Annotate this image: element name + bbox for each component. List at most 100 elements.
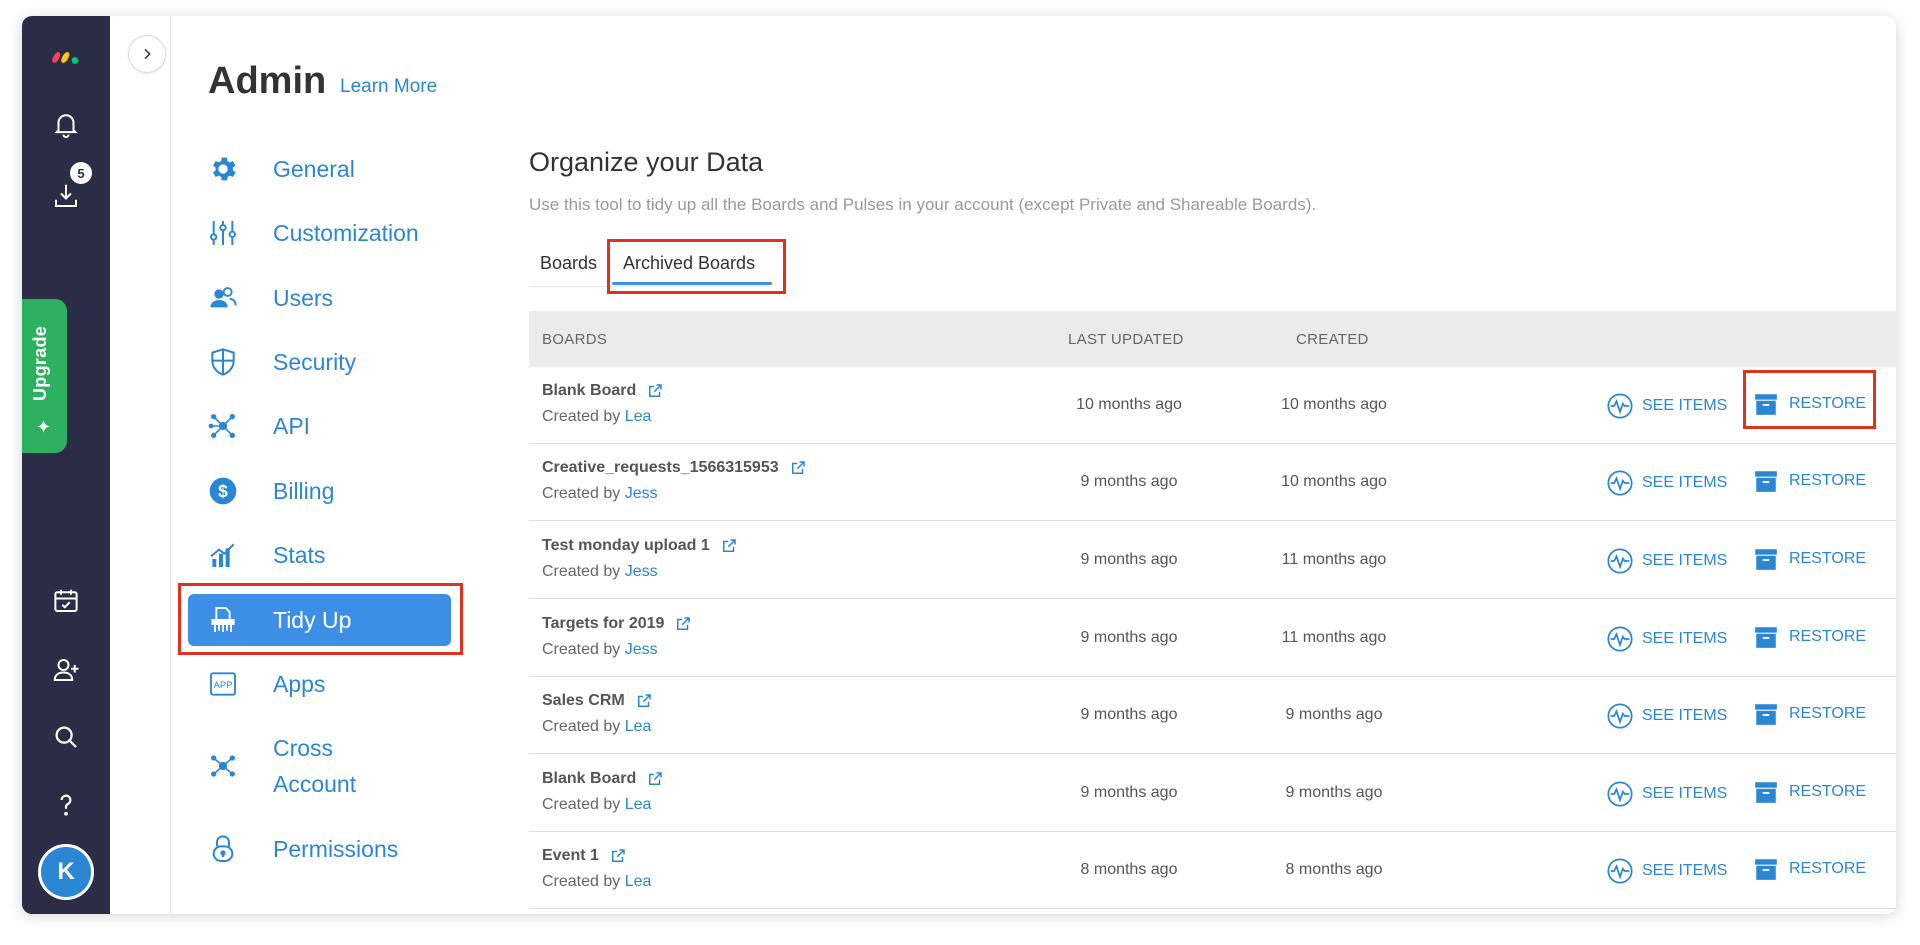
upgrade-button[interactable]: Upgrade ✦ xyxy=(22,299,67,453)
nav-item-stats[interactable]: Stats xyxy=(187,529,462,581)
invite-user-icon[interactable] xyxy=(46,650,86,690)
board-name-link[interactable]: Test monday upload 1 xyxy=(542,537,738,555)
created-by-prefix: Created by xyxy=(542,408,621,425)
see-items-label: SEE ITEMS xyxy=(1642,474,1728,491)
see-items-label: SEE ITEMS xyxy=(1642,397,1728,414)
table-row: Sales CRM Created by Lea 9 months ago 9 mon… xyxy=(529,677,1896,754)
restore-button[interactable]: RESTORE xyxy=(1753,546,1866,572)
restore-label: RESTORE xyxy=(1789,628,1867,645)
see-items-button[interactable]: SEE ITEMS xyxy=(1606,392,1727,420)
column-header-last-updated: LAST UPDATED xyxy=(1068,331,1184,348)
tidy-up-highlight xyxy=(178,583,463,655)
nav-label: Security xyxy=(273,349,357,375)
created-cell: 9 months ago xyxy=(1285,784,1383,801)
archive-box-icon xyxy=(1755,782,1777,803)
board-name: Test monday upload 1 xyxy=(542,537,710,554)
see-items-button[interactable]: SEE ITEMS xyxy=(1606,625,1727,653)
activity-icon xyxy=(1607,703,1633,729)
table-row: Test monday upload 1 Created by Jess 9 mon… xyxy=(529,522,1896,599)
learn-more-link[interactable]: Learn More xyxy=(340,76,437,98)
board-name: Creative_requests_1566315953 xyxy=(542,459,779,476)
archive-box-icon xyxy=(1755,549,1777,570)
restore-button[interactable]: RESTORE xyxy=(1753,779,1866,805)
nav-item-billing[interactable]: $ Billing xyxy=(187,465,462,517)
created-by: Created by Lea xyxy=(542,718,651,736)
calendar-check-icon[interactable] xyxy=(46,581,86,621)
bell-icon[interactable] xyxy=(46,104,86,144)
nav-item-api[interactable]: API xyxy=(187,400,462,452)
see-items-button[interactable]: SEE ITEMS xyxy=(1606,547,1727,575)
tab-boards[interactable]: Boards xyxy=(540,253,597,274)
creator-name[interactable]: Lea xyxy=(625,408,652,425)
restore-button[interactable]: RESTORE xyxy=(1753,856,1866,882)
dollar-icon: $ xyxy=(201,475,245,507)
creator-name[interactable]: Lea xyxy=(625,718,652,735)
activity-icon xyxy=(1607,470,1633,496)
activity-icon xyxy=(1607,548,1633,574)
nav-item-security[interactable]: Security xyxy=(187,336,462,388)
external-link-icon[interactable] xyxy=(789,459,807,477)
see-items-button[interactable]: SEE ITEMS xyxy=(1606,702,1727,730)
external-link-icon[interactable] xyxy=(635,692,653,710)
cross-account-icon xyxy=(201,750,245,782)
external-link-icon[interactable] xyxy=(609,847,627,865)
nav-label: Permissions xyxy=(273,836,399,862)
see-items-button[interactable]: SEE ITEMS xyxy=(1606,857,1727,885)
search-icon[interactable] xyxy=(46,717,86,757)
user-avatar[interactable]: K xyxy=(38,844,94,900)
svg-text:$: $ xyxy=(218,481,228,501)
stats-icon xyxy=(201,539,245,571)
nav-item-cross-account[interactable]: Cross Account xyxy=(187,729,462,803)
restore-button[interactable]: RESTORE xyxy=(1753,624,1866,650)
external-link-icon[interactable] xyxy=(674,615,692,633)
board-name-link[interactable]: Targets for 2019 xyxy=(542,615,692,633)
created-by-prefix: Created by xyxy=(542,873,621,890)
users-icon xyxy=(201,282,245,314)
activity-icon xyxy=(1607,858,1633,884)
external-link-icon[interactable] xyxy=(646,382,664,400)
board-name: Blank Board xyxy=(542,382,637,399)
collapse-toggle-button[interactable] xyxy=(128,35,166,73)
nav-label: General xyxy=(273,156,355,182)
see-items-label: SEE ITEMS xyxy=(1642,707,1728,724)
section-subtitle: Use this tool to tidy up all the Boards … xyxy=(529,195,1317,214)
created-by: Created by Jess xyxy=(542,485,658,503)
board-name-link[interactable]: Blank Board xyxy=(542,382,664,400)
nav-item-customization[interactable]: Customization xyxy=(187,207,462,259)
sliders-icon xyxy=(201,217,245,249)
board-name-link[interactable]: Creative_requests_1566315953 xyxy=(542,459,807,477)
creator-name[interactable]: Lea xyxy=(625,873,652,890)
restore-button[interactable]: RESTORE xyxy=(1753,468,1866,494)
nav-label: API xyxy=(273,413,311,439)
archive-box-icon xyxy=(1755,859,1777,880)
creator-name[interactable]: Jess xyxy=(625,563,658,580)
creator-name[interactable]: Jess xyxy=(625,641,658,658)
created-cell: 11 months ago xyxy=(1281,629,1387,646)
board-name-link[interactable]: Blank Board xyxy=(542,770,664,788)
created-by-prefix: Created by xyxy=(542,563,621,580)
see-items-label: SEE ITEMS xyxy=(1642,862,1728,879)
restore-button[interactable]: RESTORE xyxy=(1753,701,1866,727)
see-items-button[interactable]: SEE ITEMS xyxy=(1606,469,1727,497)
created-cell: 11 months ago xyxy=(1281,551,1387,568)
shield-icon xyxy=(201,346,245,378)
external-link-icon[interactable] xyxy=(720,537,738,555)
monday-logo-icon[interactable] xyxy=(46,36,86,76)
board-name: Targets for 2019 xyxy=(542,615,665,632)
column-header-boards: BOARDS xyxy=(542,331,608,348)
created-by: Created by Lea xyxy=(542,796,651,814)
board-name-link[interactable]: Event 1 xyxy=(542,847,627,865)
creator-name[interactable]: Lea xyxy=(625,796,652,813)
external-link-icon[interactable] xyxy=(646,770,664,788)
help-icon[interactable] xyxy=(46,785,86,825)
nav-label: Cross Account xyxy=(273,735,357,797)
nav-item-general[interactable]: General xyxy=(187,143,462,195)
see-items-button[interactable]: SEE ITEMS xyxy=(1606,780,1727,808)
restore-label: RESTORE xyxy=(1789,705,1867,722)
nav-item-users[interactable]: Users xyxy=(187,272,462,324)
nav-item-apps[interactable]: APP Apps xyxy=(187,658,462,710)
creator-name[interactable]: Jess xyxy=(625,485,658,502)
board-name-link[interactable]: Sales CRM xyxy=(542,692,653,710)
nav-item-permissions[interactable]: Permissions xyxy=(187,823,462,875)
archive-box-icon xyxy=(1755,471,1777,492)
